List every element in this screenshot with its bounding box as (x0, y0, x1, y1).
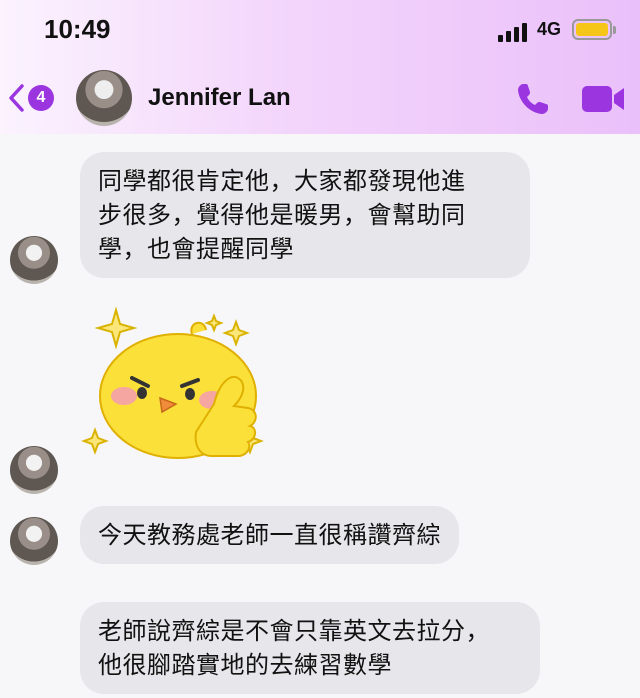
contact-name[interactable]: Jennifer Lan (148, 84, 291, 112)
video-camera-icon[interactable] (580, 83, 626, 115)
signal-icon (498, 22, 528, 42)
network-type: 4G (537, 19, 562, 39)
sender-avatar[interactable] (10, 236, 58, 284)
status-time: 10:49 (44, 14, 111, 44)
message-bubble[interactable]: 同學都很肯定他，大家都發現他進 步很多，覺得他是暖男，會幫助同 學，也會提醒同學 (80, 152, 530, 278)
back-chevron-icon (9, 84, 24, 112)
conversation-nav-bar: 4 Jennifer Lan (0, 66, 640, 134)
message-bubble[interactable]: 老師說齊綜是不會只靠英文去拉分， 他很腳踏實地的去練習數學 (80, 602, 540, 694)
phone-icon[interactable] (514, 80, 552, 118)
back-button[interactable]: 4 (6, 80, 62, 116)
unread-count-badge: 4 (28, 85, 54, 111)
message-text: 今天教務處老師一直很稱讚齊綜 (98, 521, 441, 549)
message-bubble[interactable]: 今天教務處老師一直很稱讚齊綜 (80, 506, 459, 564)
sender-avatar[interactable] (10, 517, 58, 565)
chat-header: 10:49 4G 4 Jennifer Lan (0, 0, 640, 134)
contact-avatar[interactable] (76, 70, 132, 126)
message-text: 老師說齊綜是不會只靠英文去拉分， 他很腳踏實地的去練習數學 (98, 617, 490, 679)
battery-icon (572, 19, 616, 40)
yellow-chick-thumbs-up-sticker[interactable] (80, 300, 280, 468)
message-text: 同學都很肯定他，大家都發現他進 步很多，覺得他是暖男，會幫助同 學，也會提醒同學 (98, 167, 466, 263)
status-bar: 10:49 4G (0, 0, 640, 60)
sender-avatar[interactable] (10, 446, 58, 494)
